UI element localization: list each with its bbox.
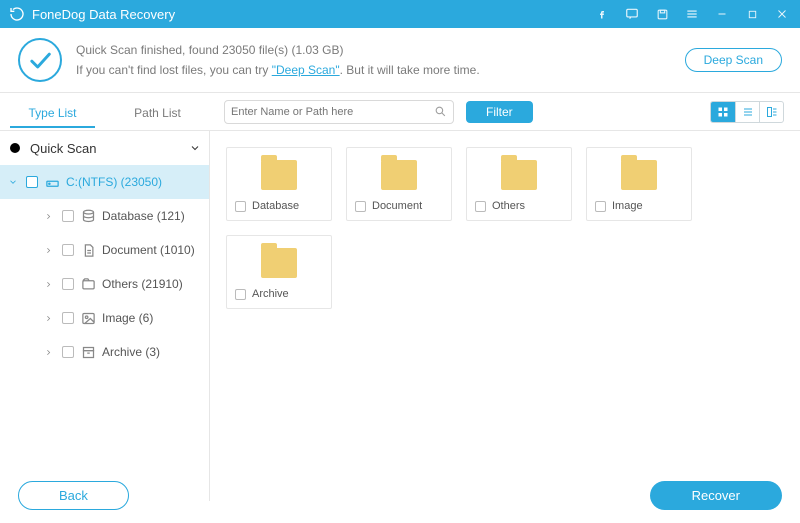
minimize-icon[interactable]: [708, 0, 736, 28]
facebook-icon[interactable]: [588, 0, 616, 28]
titlebar: FoneDog Data Recovery: [0, 0, 800, 28]
recover-button[interactable]: Recover: [650, 481, 782, 510]
tree-label: Archive (3): [102, 345, 160, 359]
others-icon: [80, 277, 96, 292]
database-icon: [80, 209, 96, 224]
checkbox[interactable]: [62, 210, 74, 222]
folder-label: Document: [372, 200, 443, 212]
tree-child[interactable]: Database (121): [0, 199, 209, 233]
document-icon: [80, 243, 96, 258]
folder-icon: [261, 160, 297, 190]
folder-card[interactable]: Document: [346, 147, 452, 221]
checkbox[interactable]: [475, 201, 486, 212]
checkbox[interactable]: [26, 176, 38, 188]
menu-icon[interactable]: [678, 0, 706, 28]
checkbox[interactable]: [62, 346, 74, 358]
folder-icon: [381, 160, 417, 190]
back-button[interactable]: Back: [18, 481, 129, 510]
checkbox[interactable]: [62, 312, 74, 324]
chevron-down-icon[interactable]: [8, 177, 20, 187]
save-icon[interactable]: [648, 0, 676, 28]
folder-icon: [501, 160, 537, 190]
scan-result-headline: Quick Scan finished, found 23050 file(s)…: [76, 40, 480, 60]
search-box[interactable]: [224, 100, 454, 124]
tree-child[interactable]: Others (21910): [0, 267, 209, 301]
chevron-right-icon[interactable]: [44, 348, 56, 357]
filter-button[interactable]: Filter: [466, 101, 533, 123]
checkbox[interactable]: [355, 201, 366, 212]
archive-icon: [80, 345, 96, 360]
drive-icon: [44, 175, 60, 190]
folder-icon: [261, 248, 297, 278]
search-input[interactable]: [231, 106, 434, 118]
folder-card[interactable]: Image: [586, 147, 692, 221]
window-controls: [588, 0, 800, 28]
checkbox[interactable]: [62, 244, 74, 256]
tab-path-list[interactable]: Path List: [105, 96, 210, 128]
toolbar: Type List Path List Filter: [0, 93, 800, 131]
folder-label: Others: [492, 200, 563, 212]
chevron-right-icon[interactable]: [44, 280, 56, 289]
main-area: Quick Scan C:(NTFS) (23050) Database (12…: [0, 131, 800, 501]
sidebar-tree: Quick Scan C:(NTFS) (23050) Database (12…: [0, 131, 210, 501]
chevron-right-icon[interactable]: [44, 246, 56, 255]
checkbox[interactable]: [595, 201, 606, 212]
close-icon[interactable]: [768, 0, 796, 28]
image-icon: [80, 311, 96, 326]
app-title: FoneDog Data Recovery: [32, 7, 175, 22]
bottom-bar: Back Recover: [0, 467, 800, 523]
tree-child[interactable]: Document (1010): [0, 233, 209, 267]
tree-drive-c[interactable]: C:(NTFS) (23050): [0, 165, 209, 199]
app-logo-icon: [8, 5, 26, 23]
check-circle-icon: [18, 38, 62, 82]
folder-card[interactable]: Archive: [226, 235, 332, 309]
checkbox[interactable]: [235, 289, 246, 300]
folder-card[interactable]: Others: [466, 147, 572, 221]
checkbox[interactable]: [62, 278, 74, 290]
folder-card[interactable]: Database: [226, 147, 332, 221]
tree-label: Image (6): [102, 311, 153, 325]
feedback-icon[interactable]: [618, 0, 646, 28]
chevron-right-icon[interactable]: [44, 212, 56, 221]
folder-grid: Database Document Others Image Archive: [210, 131, 800, 501]
folder-label: Image: [612, 200, 683, 212]
tab-type-list[interactable]: Type List: [0, 96, 105, 128]
view-mode-toggle: [710, 101, 784, 123]
deep-scan-button[interactable]: Deep Scan: [685, 48, 782, 72]
chevron-down-icon[interactable]: [189, 142, 201, 154]
deep-scan-hint: If you can't find lost files, you can tr…: [76, 60, 480, 80]
tree-label: Document (1010): [102, 243, 195, 257]
folder-icon: [621, 160, 657, 190]
tree-child[interactable]: Image (6): [0, 301, 209, 335]
checkbox[interactable]: [235, 201, 246, 212]
bullet-icon: [10, 143, 20, 153]
tree-label: Quick Scan: [30, 141, 96, 156]
search-icon: [434, 105, 447, 118]
view-grid-icon[interactable]: [711, 102, 735, 122]
deep-scan-link[interactable]: "Deep Scan": [272, 63, 340, 77]
folder-label: Database: [252, 200, 323, 212]
list-mode-tabs: Type List Path List: [0, 96, 210, 128]
status-strip: Quick Scan finished, found 23050 file(s)…: [0, 28, 800, 93]
maximize-icon[interactable]: [738, 0, 766, 28]
tree-root-quick-scan[interactable]: Quick Scan: [0, 131, 209, 165]
chevron-right-icon[interactable]: [44, 314, 56, 323]
folder-label: Archive: [252, 288, 323, 300]
view-list-icon[interactable]: [735, 102, 759, 122]
tree-label: Others (21910): [102, 277, 183, 291]
tree-label: C:(NTFS) (23050): [66, 175, 162, 189]
tree-child[interactable]: Archive (3): [0, 335, 209, 369]
view-detail-icon[interactable]: [759, 102, 783, 122]
tree-label: Database (121): [102, 209, 185, 223]
